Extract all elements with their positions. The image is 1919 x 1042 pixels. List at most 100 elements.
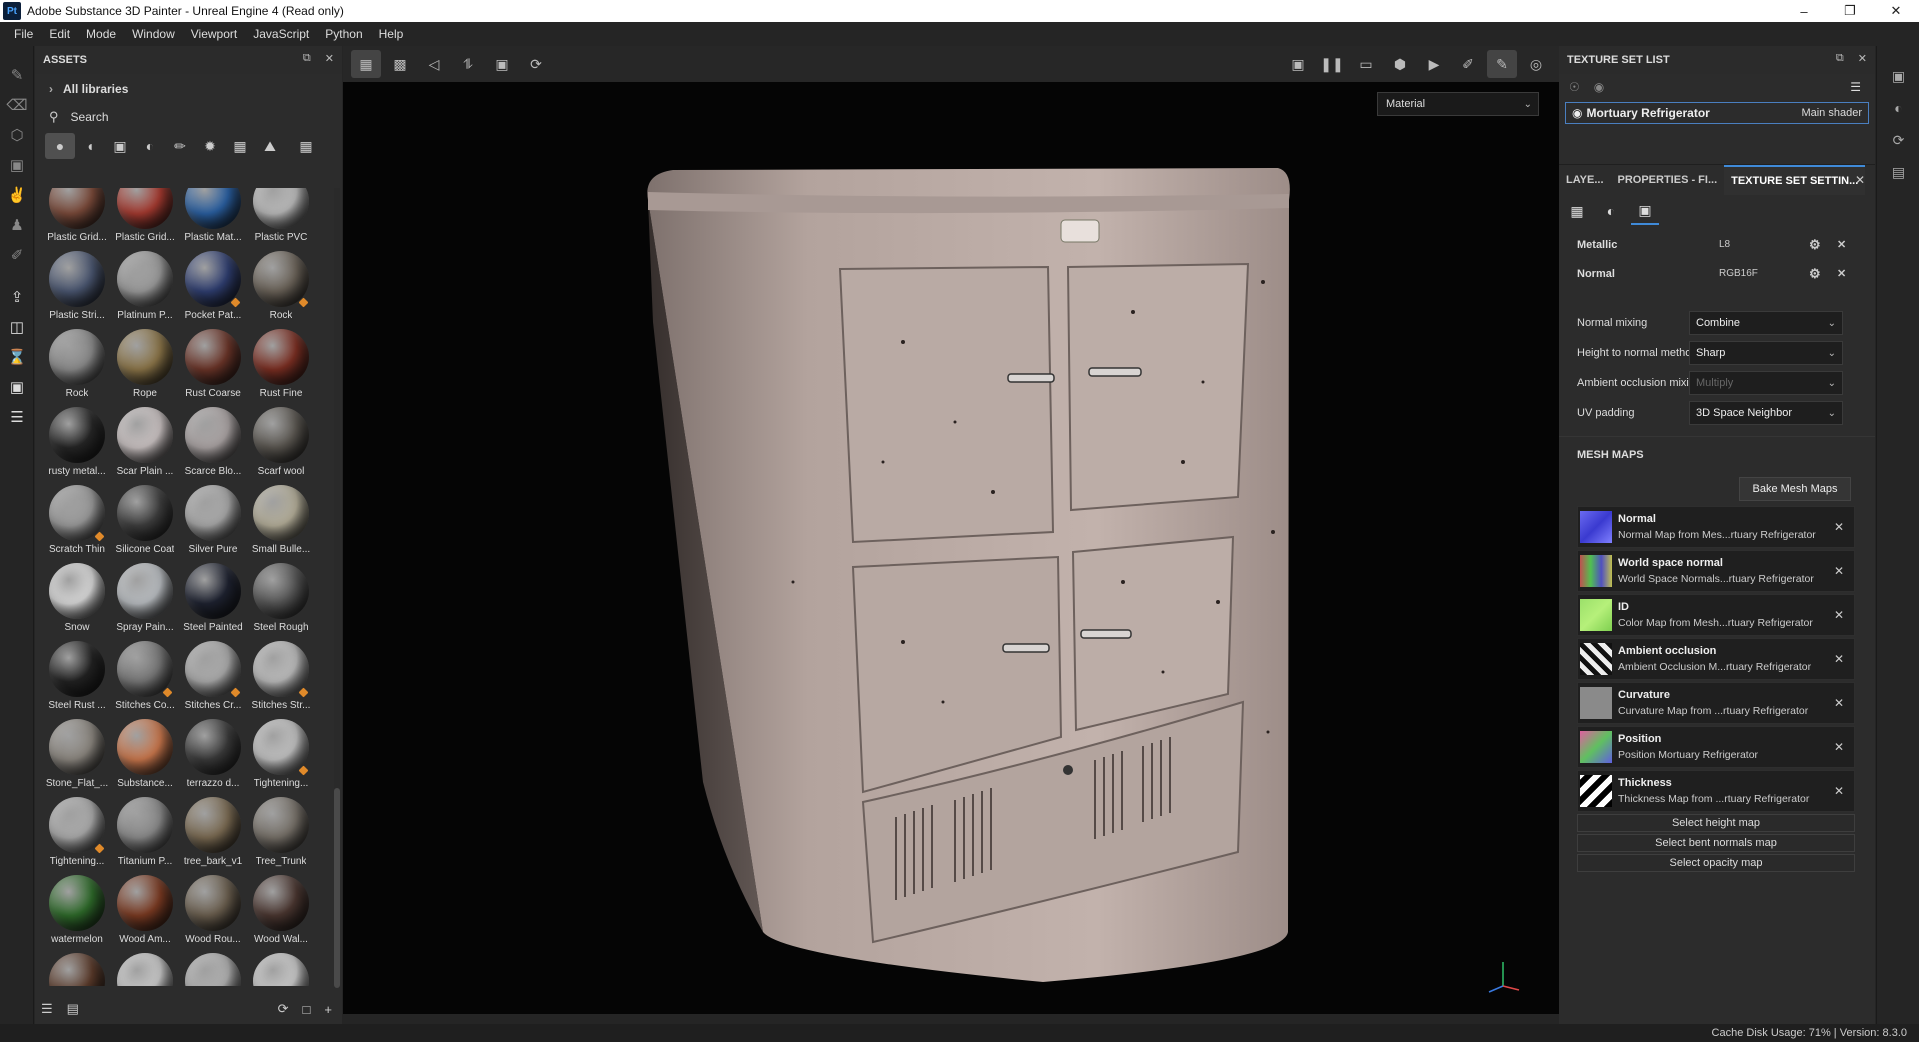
material-ball-icon[interactable]: ◐ (1597, 197, 1625, 225)
materials-filter-icon[interactable]: ● (45, 133, 75, 159)
asset-thumbnail[interactable]: rusty metal... (43, 403, 111, 481)
remove-map-icon[interactable]: ✕ (1834, 784, 1844, 798)
texture-grid-icon[interactable]: ▩ (385, 50, 415, 78)
asset-thumbnail[interactable]: Plastic Mat... (179, 188, 247, 247)
remove-icon[interactable]: ✕ (1837, 238, 1846, 251)
add-icon[interactable]: + (324, 1002, 332, 1017)
gear-icon[interactable]: ⚙ (1809, 237, 1821, 253)
asset-thumbnail[interactable]: Wood Am... (111, 871, 179, 949)
textures-filter-icon[interactable]: ▦ (225, 133, 255, 159)
paint-brush-icon[interactable]: ✎ (0, 60, 34, 90)
asset-thumbnail[interactable]: Rust Coarse (179, 325, 247, 403)
history-icon[interactable]: ⟳ (521, 50, 551, 78)
select-map-button[interactable]: Select height map (1577, 814, 1855, 832)
minimize-icon[interactable]: – (1781, 0, 1827, 22)
brush-settings-icon[interactable]: ✐ (1453, 50, 1483, 78)
import-icon[interactable]: □ (303, 1002, 311, 1017)
menu-icon[interactable]: ☰ (1850, 80, 1861, 94)
close-tab-icon[interactable]: ✕ (1855, 173, 1865, 187)
asset-thumbnail[interactable]: Wood Rou... (179, 871, 247, 949)
screenshot-icon[interactable]: ◎ (1521, 50, 1551, 78)
hide-ui-icon[interactable]: ▣ (1283, 50, 1313, 78)
asset-thumbnail[interactable]: Small Bulle... (247, 481, 315, 559)
camera-3d-icon[interactable]: ⬢ (1385, 50, 1415, 78)
mesh-map-item[interactable]: World space normal World Space Normals...… (1577, 550, 1855, 592)
layers-stack-icon[interactable]: ☰ (0, 402, 34, 432)
asset-thumbnail[interactable]: Plastic Stri... (43, 247, 111, 325)
close-icon[interactable]: ✕ (1873, 0, 1919, 22)
hide-icon[interactable]: ☉ (1569, 80, 1580, 94)
asset-thumbnail[interactable]: Zipper Adv... (247, 949, 315, 986)
asset-thumbnail[interactable]: Rope (111, 325, 179, 403)
mesh-map-item[interactable]: Normal Normal Map from Mes...rtuary Refri… (1577, 506, 1855, 548)
asset-thumbnail[interactable]: Rock (247, 247, 315, 325)
mesh-map-item[interactable]: ID Color Map from Mesh...rtuary Refrigera… (1577, 594, 1855, 636)
asset-thumbnail[interactable]: Plastic Grid... (43, 188, 111, 247)
visibility-icon[interactable]: ◉ (1594, 80, 1604, 94)
asset-thumbnail[interactable]: Stitches Co... (111, 637, 179, 715)
smudge-icon[interactable]: ✌ (0, 180, 34, 210)
channel-format[interactable]: L8 (1719, 239, 1730, 250)
details-view-icon[interactable]: ▤ (67, 1001, 79, 1017)
channel-row[interactable]: Metallic L8 ⚙ ✕ (1559, 230, 1875, 259)
search-input[interactable]: Search (71, 110, 109, 124)
hourglass-icon[interactable]: ⌛ (0, 342, 34, 372)
uv-padding-select[interactable]: 3D Space Neighbor ⌄ (1689, 401, 1843, 425)
asset-thumbnail[interactable]: Stitches Str... (247, 637, 315, 715)
asset-thumbnail[interactable]: Spray Pain... (111, 559, 179, 637)
asset-thumbnail[interactable]: Scar Plain ... (111, 403, 179, 481)
remove-map-icon[interactable]: ✕ (1834, 740, 1844, 754)
select-map-button[interactable]: Select opacity map (1577, 854, 1855, 872)
color-picker-icon[interactable]: ✐ (0, 240, 34, 270)
menu-python[interactable]: Python (325, 27, 362, 41)
remove-map-icon[interactable]: ✕ (1834, 608, 1844, 622)
asset-thumbnail[interactable]: Tree_Trunk (247, 793, 315, 871)
menu-viewport[interactable]: Viewport (191, 27, 237, 41)
video-camera-icon[interactable]: ▶ (1419, 50, 1449, 78)
asset-thumbnail[interactable]: Stone_Flat_... (43, 715, 111, 793)
environments-filter-icon[interactable]: ⛰ (255, 133, 285, 159)
export-icon[interactable]: ⇪ (0, 282, 34, 312)
bake-mesh-maps-button[interactable]: Bake Mesh Maps (1739, 477, 1851, 501)
asset-thumbnail[interactable]: Titanium P... (111, 793, 179, 871)
asset-thumbnail[interactable]: Tightening... (247, 715, 315, 793)
asset-thumbnail[interactable]: Silicone Coat (111, 481, 179, 559)
asset-thumbnail[interactable]: Pocket Pat... (179, 247, 247, 325)
asset-thumbnail[interactable]: Steel Painted (179, 559, 247, 637)
close-panel-icon[interactable]: ✕ (325, 52, 334, 65)
asset-thumbnail[interactable]: Rust Fine (247, 325, 315, 403)
pause-icon[interactable]: ❚❚ (1317, 50, 1347, 78)
brushes-filter-icon[interactable]: ✏ (165, 133, 195, 159)
refresh-icon[interactable]: ⟳ (278, 1001, 289, 1017)
asset-thumbnail[interactable]: Platinum P... (111, 247, 179, 325)
asset-thumbnail[interactable]: watermelon (43, 871, 111, 949)
menu-help[interactable]: Help (379, 27, 404, 41)
remove-map-icon[interactable]: ✕ (1834, 652, 1844, 666)
asset-thumbnail[interactable]: Steel Rust ... (43, 637, 111, 715)
asset-thumbnail[interactable]: terrazzo d... (179, 715, 247, 793)
remove-icon[interactable]: ✕ (1837, 267, 1846, 280)
close-panel-icon[interactable]: ✕ (1858, 52, 1867, 65)
tab-layers[interactable]: LAYE... (1559, 165, 1611, 195)
projection-icon[interactable]: ⬡ (0, 120, 34, 150)
display-settings-icon[interactable]: ◐ (1877, 92, 1919, 124)
mesh-map-item[interactable]: Ambient occlusion Ambient Occlusion M...r… (1577, 638, 1855, 680)
polygon-fill-icon[interactable]: ▣ (0, 150, 34, 180)
particles-filter-icon[interactable]: ✹ (195, 133, 225, 159)
chevron-right-icon[interactable]: › (49, 82, 53, 96)
asset-thumbnail[interactable]: Zipper (111, 949, 179, 986)
gear-icon[interactable]: ⚙ (1809, 266, 1821, 282)
asset-thumbnail[interactable]: Wood_floor (43, 949, 111, 986)
fit-view-icon[interactable]: ▣ (487, 50, 517, 78)
height-to-normal-select[interactable]: Sharp ⌄ (1689, 341, 1843, 365)
camera-2d-icon[interactable]: ▭ (1351, 50, 1381, 78)
viewport-3d[interactable]: Material ⌄ (343, 82, 1559, 1014)
selection-mode-icon[interactable]: ▦ (351, 50, 381, 78)
eraser-icon[interactable]: ⌫ (0, 90, 34, 120)
menu-javascript[interactable]: JavaScript (253, 27, 309, 41)
asset-thumbnail[interactable]: tree_bark_v1 (179, 793, 247, 871)
display-settings-icon[interactable]: ▣ (0, 372, 34, 402)
asset-thumbnail[interactable]: Snow (43, 559, 111, 637)
libraries-tree[interactable]: › All libraries (35, 74, 342, 104)
mesh-map-item[interactable]: Curvature Curvature Map from ...rtuary Re… (1577, 682, 1855, 724)
